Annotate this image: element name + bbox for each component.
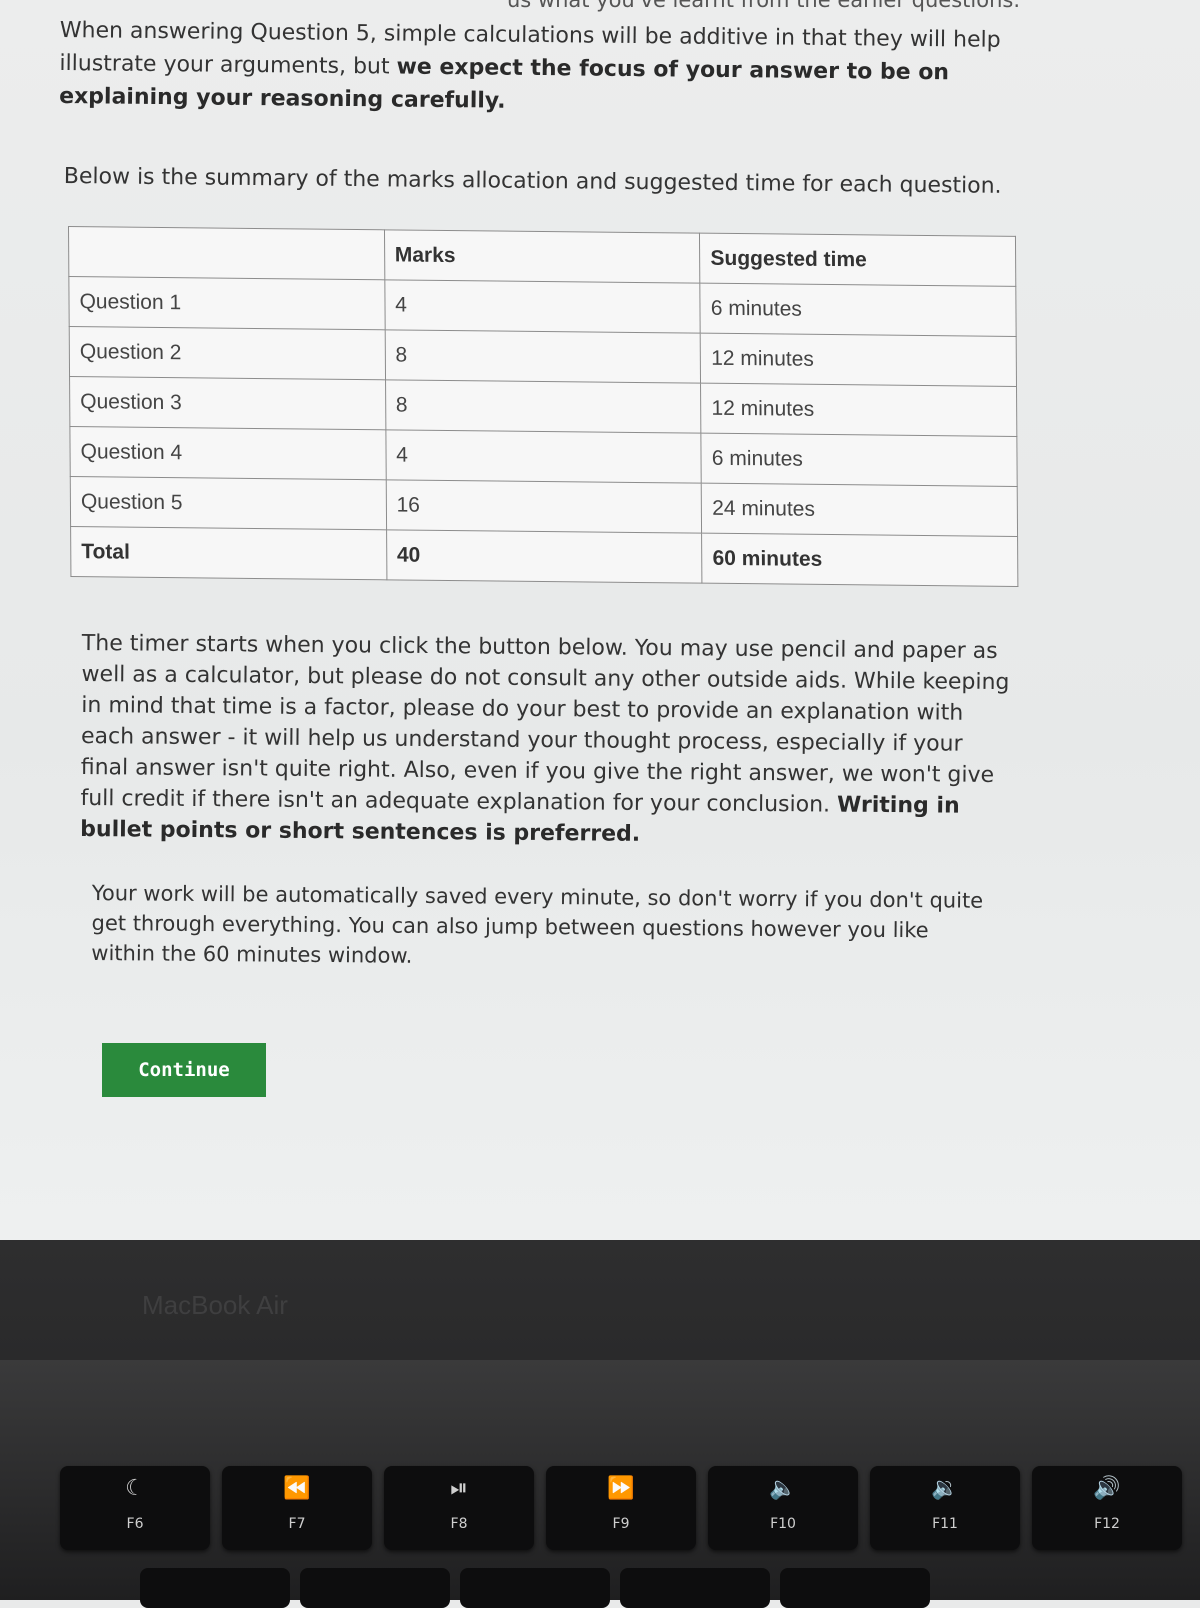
marks-cell: 8: [384, 329, 701, 384]
marks-cell: 16: [385, 479, 702, 534]
key-label: F8: [450, 1516, 468, 1532]
question-cell: Question 4: [69, 426, 386, 480]
question-cell: Question 5: [70, 476, 387, 530]
continue-button[interactable]: Continue: [102, 1043, 266, 1097]
key-f8[interactable]: ⏯ F8: [384, 1466, 534, 1550]
marks-cell: 4: [385, 429, 702, 484]
time-cell: 6 minutes: [700, 283, 1017, 337]
autosave-notice: Your work will be automatically saved ev…: [91, 880, 984, 968]
play-pause-icon: ⏯: [450, 1476, 468, 1501]
header-marks: Marks: [384, 229, 701, 284]
exam-instructions-screen: us what you've learnt from the earlier q…: [0, 0, 1200, 1240]
total-time-cell: 60 minutes: [701, 533, 1018, 587]
time-cell: 6 minutes: [701, 433, 1018, 487]
time-cell: 12 minutes: [700, 383, 1017, 437]
table-total-row: Total 40 60 minutes: [70, 526, 1018, 587]
key-f6[interactable]: ☾ F6: [60, 1466, 210, 1550]
header-suggested-time: Suggested time: [699, 233, 1016, 287]
volume-up-icon: 🔊: [1093, 1476, 1121, 1501]
key-label: F11: [932, 1516, 958, 1532]
header-question: [68, 226, 385, 280]
key-label: F6: [126, 1516, 144, 1532]
do-not-disturb-icon: ☾: [125, 1476, 145, 1501]
mute-icon: 🔈: [769, 1476, 797, 1501]
key-f9[interactable]: ⏩ F9: [546, 1466, 696, 1550]
fast-forward-icon: ⏩: [607, 1476, 635, 1501]
question-cell: Question 3: [69, 376, 386, 430]
timer-instructions: The timer starts when you click the butt…: [80, 628, 1012, 853]
keyboard-key[interactable]: [140, 1568, 290, 1608]
key-label: F9: [612, 1516, 630, 1532]
keyboard-key[interactable]: [460, 1568, 610, 1608]
timer-text: The timer starts when you click the butt…: [80, 630, 1010, 818]
key-f7[interactable]: ⏪ F7: [222, 1466, 372, 1550]
question-cell: Question 2: [69, 326, 386, 380]
summary-heading: Below is the summary of the marks alloca…: [63, 163, 1002, 199]
total-marks-cell: 40: [386, 529, 703, 584]
key-f10[interactable]: 🔈 F10: [708, 1466, 858, 1550]
marks-cell: 4: [384, 279, 701, 334]
keyboard-key[interactable]: [300, 1568, 450, 1608]
time-cell: 12 minutes: [700, 333, 1017, 387]
volume-down-icon: 🔉: [931, 1476, 959, 1501]
time-cell: 24 minutes: [701, 483, 1018, 537]
key-label: F10: [770, 1516, 796, 1532]
keyboard-key[interactable]: [780, 1568, 930, 1608]
key-label: F7: [288, 1516, 306, 1532]
key-f11[interactable]: 🔉 F11: [870, 1466, 1020, 1550]
key-f12[interactable]: 🔊 F12: [1032, 1466, 1182, 1550]
key-label: F12: [1094, 1516, 1120, 1532]
marks-allocation-table: Marks Suggested time Question 1 4 6 minu…: [68, 226, 1019, 587]
question-cell: Question 1: [68, 276, 385, 330]
brand-label: MacBook Air: [142, 1290, 288, 1320]
keyboard-key[interactable]: [620, 1568, 770, 1608]
cut-off-text: us what you've learnt from the earlier q…: [506, 0, 1020, 12]
intro-paragraph: When answering Question 5, simple calcul…: [59, 14, 1020, 123]
total-label-cell: Total: [70, 526, 387, 580]
marks-cell: 8: [385, 379, 702, 434]
rewind-icon: ⏪: [283, 1476, 311, 1501]
